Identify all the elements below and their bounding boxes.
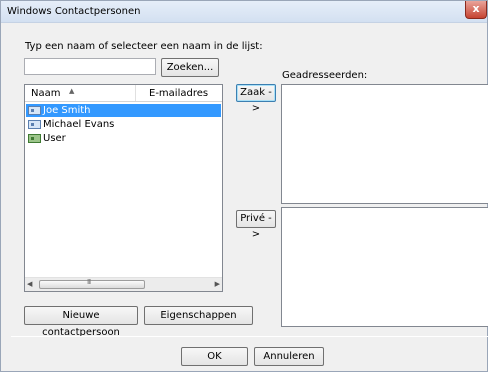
- list-item[interactable]: Joe Smith: [26, 104, 221, 117]
- window-title: Windows Contactpersonen: [7, 6, 141, 17]
- list-header: Naam ▲ E-mailadres: [25, 85, 222, 102]
- private-recipients-list[interactable]: [281, 207, 488, 327]
- contacts-dialog: Windows Contactpersonen x Typ een naam o…: [0, 0, 488, 372]
- contact-name: Joe Smith: [43, 105, 91, 116]
- list-item[interactable]: User: [26, 132, 221, 145]
- properties-button[interactable]: Eigenschappen: [144, 306, 253, 325]
- close-button[interactable]: x: [465, 1, 487, 19]
- search-prompt: Typ een naam of selecteer een naam in de…: [25, 41, 263, 52]
- contact-card-icon: [28, 120, 41, 129]
- cancel-button[interactable]: Annuleren: [254, 347, 324, 366]
- search-input[interactable]: [24, 58, 156, 75]
- horizontal-scrollbar[interactable]: ◀ III ▶: [25, 277, 222, 291]
- title-bar[interactable]: Windows Contactpersonen x: [1, 1, 487, 23]
- new-contact-button[interactable]: Nieuwe contactpersoon: [24, 306, 138, 338]
- contact-name: User: [43, 133, 66, 144]
- close-icon: x: [472, 2, 480, 15]
- contact-name: Michael Evans: [43, 119, 115, 130]
- scroll-left-icon[interactable]: ◀: [27, 280, 32, 288]
- list-item[interactable]: Michael Evans: [26, 118, 221, 131]
- scroll-thumb[interactable]: III: [39, 278, 145, 289]
- column-divider[interactable]: [135, 85, 136, 101]
- column-header-email[interactable]: E-mailadres: [149, 88, 208, 99]
- grip-icon: III: [87, 278, 91, 286]
- column-header-name[interactable]: Naam: [31, 88, 60, 99]
- recipients-label: Geadresseerden:: [282, 70, 368, 81]
- user-contact-icon: [28, 134, 41, 143]
- private-add-button[interactable]: Privé ->: [236, 210, 276, 240]
- contacts-list[interactable]: Naam ▲ E-mailadres Joe Smith Michael Eva…: [24, 84, 223, 292]
- ok-button[interactable]: OK: [181, 347, 248, 366]
- business-add-button[interactable]: Zaak ->: [236, 84, 276, 114]
- footer-divider: [11, 336, 488, 337]
- search-button[interactable]: Zoeken...: [161, 58, 219, 77]
- scroll-right-icon[interactable]: ▶: [215, 280, 220, 288]
- contact-card-icon: [28, 106, 41, 115]
- sort-ascending-icon: ▲: [69, 87, 75, 95]
- business-recipients-list[interactable]: [281, 84, 488, 204]
